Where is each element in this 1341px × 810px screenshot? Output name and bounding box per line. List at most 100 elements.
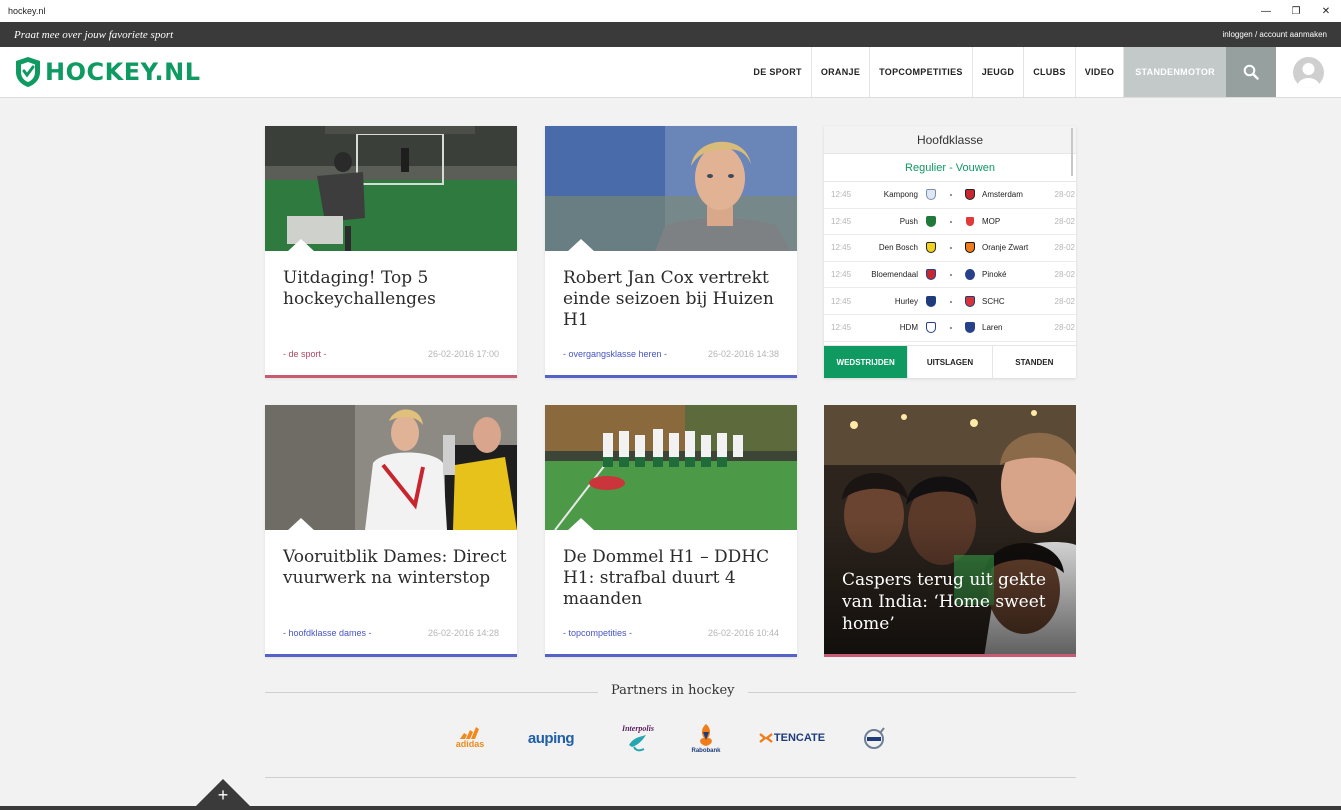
search-icon [1243, 64, 1259, 80]
match-date: 28-02 [1054, 243, 1075, 253]
match-time: 12:45 [831, 216, 852, 226]
article-image [545, 405, 797, 530]
nav-item-de-sport[interactable]: DE SPORT [744, 47, 810, 97]
nav-item-topcompetities[interactable]: TOPCOMPETITIES [869, 47, 972, 97]
article-image [265, 405, 517, 530]
nav-item-jeugd[interactable]: JEUGD [971, 47, 1024, 97]
club-badge-icon [926, 269, 936, 281]
divider [265, 777, 1076, 778]
article-category[interactable]: - hoofdklasse dames - [283, 628, 372, 638]
partner-name: TENCATE [773, 732, 826, 744]
partner-logo-auping[interactable]: auping [525, 727, 577, 749]
restore-icon[interactable]: ❐ [1281, 0, 1311, 22]
window-title: hockey.nl [8, 6, 46, 16]
away-team: MOP [982, 216, 1001, 226]
article-category[interactable]: - overgangsklasse heren - [563, 349, 667, 359]
article-card[interactable]: Vooruitblik Dames: Direct vuurwerk na wi… [265, 405, 517, 657]
match-row[interactable]: 12:45 HDM - Laren 28-02 [824, 315, 1076, 342]
match-time: 12:45 [831, 296, 852, 306]
article-card[interactable]: De Dommel H1 – DDHC H1: strafbal duurt 4… [545, 405, 797, 657]
match-date: 28-02 [1054, 323, 1075, 333]
article-card[interactable]: Robert Jan Cox vertrekt einde seizoen bi… [545, 126, 797, 378]
article-category[interactable]: - de sport - [283, 349, 327, 359]
match-date: 28-02 [1054, 296, 1075, 306]
search-button[interactable] [1226, 47, 1276, 97]
nav-item-video[interactable]: VIDEO [1074, 47, 1124, 97]
match-row[interactable]: 12:45 Bloemendaal - Pinoké 28-02 [824, 262, 1076, 289]
match-separator: - [949, 270, 953, 280]
featured-article-card[interactable]: Caspers terug uit gekte van India: ‘Home… [824, 405, 1076, 657]
article-title[interactable]: Uitdaging! Top 5 hockeychallenges [283, 268, 508, 310]
minimize-icon[interactable]: — [1251, 0, 1281, 22]
volvo-logo-icon [864, 727, 885, 749]
match-time: 12:45 [831, 270, 852, 280]
slogan: Praat mee over jouw favoriete sport [14, 28, 174, 41]
club-badge-icon [965, 189, 975, 201]
club-badge-icon [926, 322, 936, 334]
away-team: Laren [982, 323, 1003, 333]
match-time: 12:45 [831, 243, 852, 253]
match-date: 28-02 [1054, 270, 1075, 280]
home-team: Hurley [894, 296, 918, 306]
widget-scrollbar[interactable] [1071, 128, 1073, 176]
away-team: Pinoké [982, 270, 1007, 280]
match-row[interactable]: 12:45 Hurley - SCHC 28-02 [824, 288, 1076, 315]
partner-logo-interpolis[interactable]: Interpolis [617, 720, 659, 756]
brand-name: HOCKEY.NL [45, 58, 201, 86]
match-time: 12:45 [831, 323, 852, 333]
partner-name: Rabobank [691, 748, 721, 754]
widget-subtitle[interactable]: Regulier - Vouwen [824, 154, 1076, 182]
club-badge-icon [965, 322, 975, 334]
away-team: SCHC [982, 296, 1005, 306]
club-badge-icon [965, 295, 975, 307]
partner-logo-volvo[interactable] [859, 724, 889, 752]
article-date: 26-02-2016 17:00 [427, 349, 499, 359]
close-icon[interactable]: ✕ [1311, 0, 1341, 22]
tab-standen[interactable]: STANDEN [991, 346, 1076, 378]
shield-check-icon [16, 57, 40, 87]
plus-icon[interactable]: + [214, 786, 232, 804]
club-badge-icon [965, 215, 975, 227]
site-logo[interactable]: HOCKEY.NL [0, 47, 744, 97]
match-row[interactable]: 12:45 Kampong - Amsterdam 28-02 [824, 182, 1076, 209]
login-link[interactable]: inloggen / account aanmaken [1222, 30, 1327, 39]
featured-article-title[interactable]: Caspers terug uit gekte van India: ‘Home… [842, 569, 1067, 635]
article-title[interactable]: De Dommel H1 – DDHC H1: strafbal duurt 4… [563, 547, 788, 610]
away-team: Oranje Zwart [982, 243, 1029, 253]
nav-item-standenmotor[interactable]: STANDENMOTOR [1123, 47, 1226, 97]
match-separator: - [949, 243, 953, 253]
match-row[interactable]: 12:45 Push - MOP 28-02 [824, 209, 1076, 236]
partner-logo-rabobank[interactable]: Rabobank [691, 718, 721, 758]
card-accent-line [265, 654, 517, 657]
partner-logos: adidas auping Interpolis Rabobank TENCAT… [265, 718, 1076, 758]
standings-widget: Hoofdklasse Regulier - Vouwen 12:45 Kamp… [824, 126, 1076, 378]
card-accent-line [265, 375, 517, 378]
article-title[interactable]: Robert Jan Cox vertrekt einde seizoen bi… [563, 268, 788, 331]
card-accent-line [545, 654, 797, 657]
tab-wedstrijden[interactable]: WEDSTRIJDEN [824, 346, 908, 378]
article-title[interactable]: Vooruitblik Dames: Direct vuurwerk na wi… [283, 547, 508, 589]
user-menu[interactable] [1276, 47, 1341, 97]
home-team: HDM [899, 323, 918, 333]
article-date: 26-02-2016 10:44 [707, 628, 779, 638]
main-nav: HOCKEY.NL DE SPORT ORANJE TOPCOMPETITIES… [0, 47, 1341, 98]
nav-item-oranje[interactable]: ORANJE [810, 47, 869, 97]
match-row[interactable]: 12:45 Den Bosch - Oranje Zwart 28-02 [824, 235, 1076, 262]
match-separator: - [949, 216, 953, 226]
footer-bar [0, 806, 1341, 810]
interpolis-bird-icon [629, 734, 646, 751]
rabobank-logo-icon [700, 724, 712, 746]
tab-uitslagen[interactable]: UITSLAGEN [907, 346, 991, 378]
partner-name: Interpolis [621, 723, 654, 733]
match-separator: - [949, 323, 953, 333]
card-accent-line [824, 654, 1076, 657]
club-badge-icon [926, 189, 936, 201]
partner-logo-tencate[interactable]: TENCATE [757, 728, 827, 748]
away-team: Amsterdam [982, 190, 1023, 200]
nav-item-clubs[interactable]: CLUBS [1023, 47, 1075, 97]
partner-logo-adidas[interactable]: adidas [453, 724, 487, 752]
article-category[interactable]: - topcompetities - [563, 628, 632, 638]
article-card[interactable]: Uitdaging! Top 5 hockeychallenges - de s… [265, 126, 517, 378]
adidas-logo-icon [460, 727, 479, 739]
match-separator: - [949, 190, 953, 200]
